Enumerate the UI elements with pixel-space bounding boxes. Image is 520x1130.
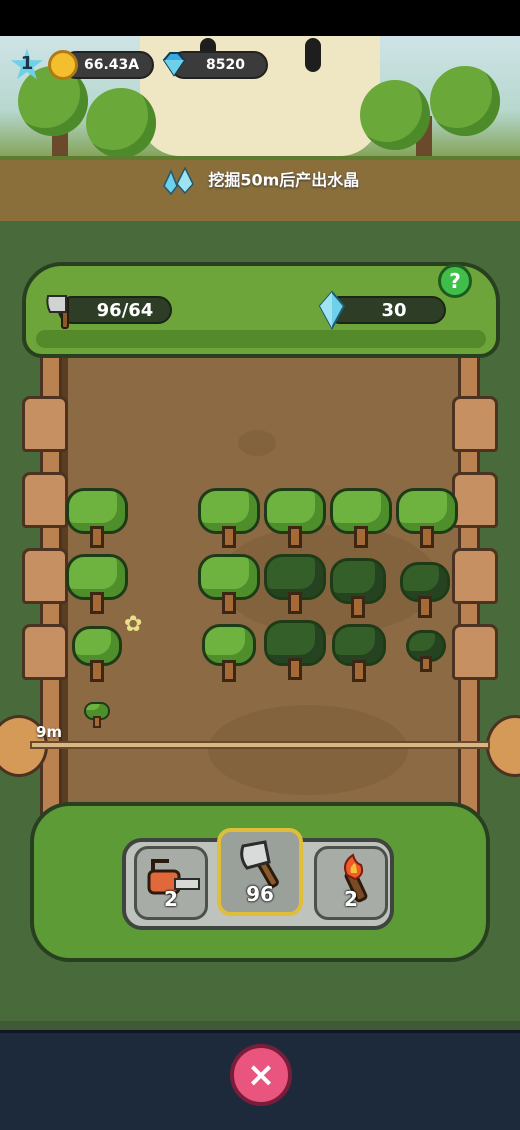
fence-board — [452, 624, 498, 680]
flower-icon: ✿ — [124, 612, 143, 637]
gem-amount: 8520 — [206, 57, 245, 73]
background-tree-icon — [430, 66, 500, 136]
help-button[interactable]: ? — [438, 264, 472, 298]
tree-tile[interactable] — [330, 488, 392, 548]
dirt-spot — [238, 430, 276, 456]
level-number: 1 — [20, 53, 34, 74]
fence-board — [452, 396, 498, 452]
fence-board — [22, 548, 68, 604]
close-icon: × — [246, 1055, 276, 1095]
shaded-tree-tile — [406, 630, 446, 690]
crystal-counter-icon — [318, 290, 346, 330]
fence-board — [452, 472, 498, 528]
depth-rope — [30, 741, 490, 749]
castle-window-icon — [305, 38, 321, 72]
tree-tile[interactable] — [66, 488, 128, 548]
torch-tool-button[interactable]: 2 — [314, 846, 388, 920]
tree-tile[interactable] — [66, 554, 128, 614]
fence-board — [452, 548, 498, 604]
chainsaw-count: 2 — [164, 887, 178, 911]
axe-counter-value: 96/64 — [96, 299, 154, 321]
fence-board — [22, 624, 68, 680]
shaded-tree-tile — [400, 562, 450, 622]
shaded-tree-tile — [330, 558, 386, 618]
crystal-notice: 挖掘50m后产出水晶 — [0, 166, 520, 196]
tree-tile[interactable] — [72, 626, 122, 686]
fence-board — [22, 472, 68, 528]
tree-tile[interactable] — [202, 624, 256, 684]
tree-tile[interactable] — [396, 488, 458, 548]
tree-tile[interactable] — [198, 554, 260, 614]
background-tree-icon — [86, 88, 156, 158]
fence-board — [22, 396, 68, 452]
axe-icon — [46, 295, 69, 329]
crystal-icon — [162, 166, 194, 196]
torch-count: 2 — [344, 887, 358, 911]
status-bar — [0, 0, 520, 36]
depth-label: 9m — [36, 723, 63, 741]
help-button-label: ? — [449, 269, 461, 293]
tree-tile[interactable] — [264, 488, 326, 548]
chainsaw-tool-button[interactable]: 2 — [134, 846, 208, 920]
sapling-tile[interactable] — [84, 702, 110, 728]
shaded-tree-tile — [264, 620, 326, 680]
tree-tile[interactable] — [198, 488, 260, 548]
axe-count: 96 — [246, 882, 274, 906]
close-button[interactable]: × — [230, 1044, 292, 1106]
crystal-notice-text: 挖掘50m后产出水晶 — [208, 170, 360, 190]
crystal-counter-value: 30 — [381, 299, 407, 321]
shaded-tree-tile — [264, 554, 326, 614]
coin-amount: 66.43A — [84, 57, 140, 73]
dirt-patch — [208, 705, 408, 795]
background-tree-icon — [360, 80, 430, 150]
axe-tool-button[interactable]: 96 — [217, 828, 303, 916]
shaded-tree-tile — [332, 624, 386, 684]
coin-icon — [48, 50, 78, 80]
gem-icon — [162, 52, 186, 77]
